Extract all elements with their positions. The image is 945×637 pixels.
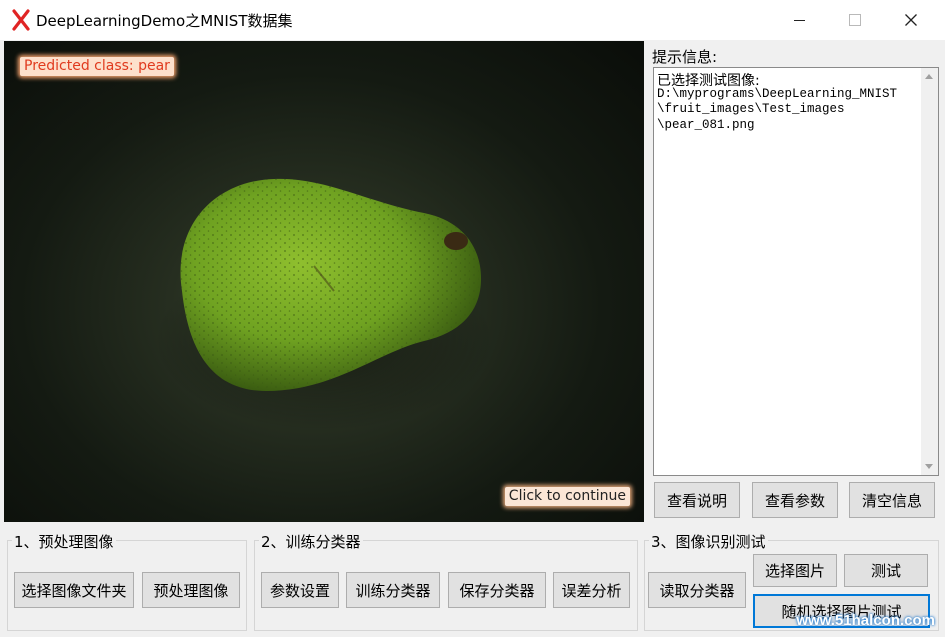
select-image-folder-button[interactable]: 选择图像文件夹 [14,572,134,608]
maximize-button[interactable] [832,0,878,40]
group-train-title: 2、训练分类器 [259,531,363,552]
watermark: www.51halcon.com [796,612,935,629]
maximize-icon [849,14,861,26]
group-recognition-title: 3、图像识别测试 [649,531,768,552]
save-classifier-button[interactable]: 保存分类器 [448,572,546,608]
click-to-continue-label[interactable]: Click to continue [504,487,630,506]
image-viewer[interactable]: Predicted class: pear Click to continue [4,41,644,522]
close-icon [905,14,917,26]
info-path-line: D:\myprograms\DeepLearning_MNIST [657,87,898,101]
close-button[interactable] [888,0,934,40]
info-scrollbar[interactable] [921,68,938,475]
predicted-class-label: Predicted class: pear [20,57,174,76]
view-params-button[interactable]: 查看参数 [752,482,838,518]
view-help-button[interactable]: 查看说明 [654,482,740,518]
window-title: DeepLearningDemo之MNIST数据集 [36,12,293,30]
info-textbox[interactable]: 已选择测试图像: D:\myprograms\DeepLearning_MNIS… [653,67,939,476]
param-settings-button[interactable]: 参数设置 [261,572,339,608]
info-panel-label: 提示信息: [652,48,718,66]
read-classifier-button[interactable]: 读取分类器 [648,572,746,608]
minimize-icon [793,19,805,21]
minimize-button[interactable] [776,0,822,40]
scroll-down-arrow-icon[interactable] [925,464,933,469]
preprocess-images-button[interactable]: 预处理图像 [142,572,240,608]
select-image-button[interactable]: 选择图片 [753,554,837,587]
app-x-icon [12,9,30,31]
scroll-up-arrow-icon[interactable] [925,74,933,79]
test-button[interactable]: 测试 [844,554,928,587]
clear-info-button[interactable]: 清空信息 [849,482,935,518]
title-bar: DeepLearningDemo之MNIST数据集 [0,0,945,40]
error-analysis-button[interactable]: 误差分析 [553,572,630,608]
pear-image [154,178,494,431]
group-preprocess-title: 1、预处理图像 [12,531,116,552]
train-classifier-button[interactable]: 训练分类器 [346,572,440,608]
info-path-line: \fruit_images\Test_images [657,102,845,116]
info-path-line: \pear_081.png [657,118,755,132]
